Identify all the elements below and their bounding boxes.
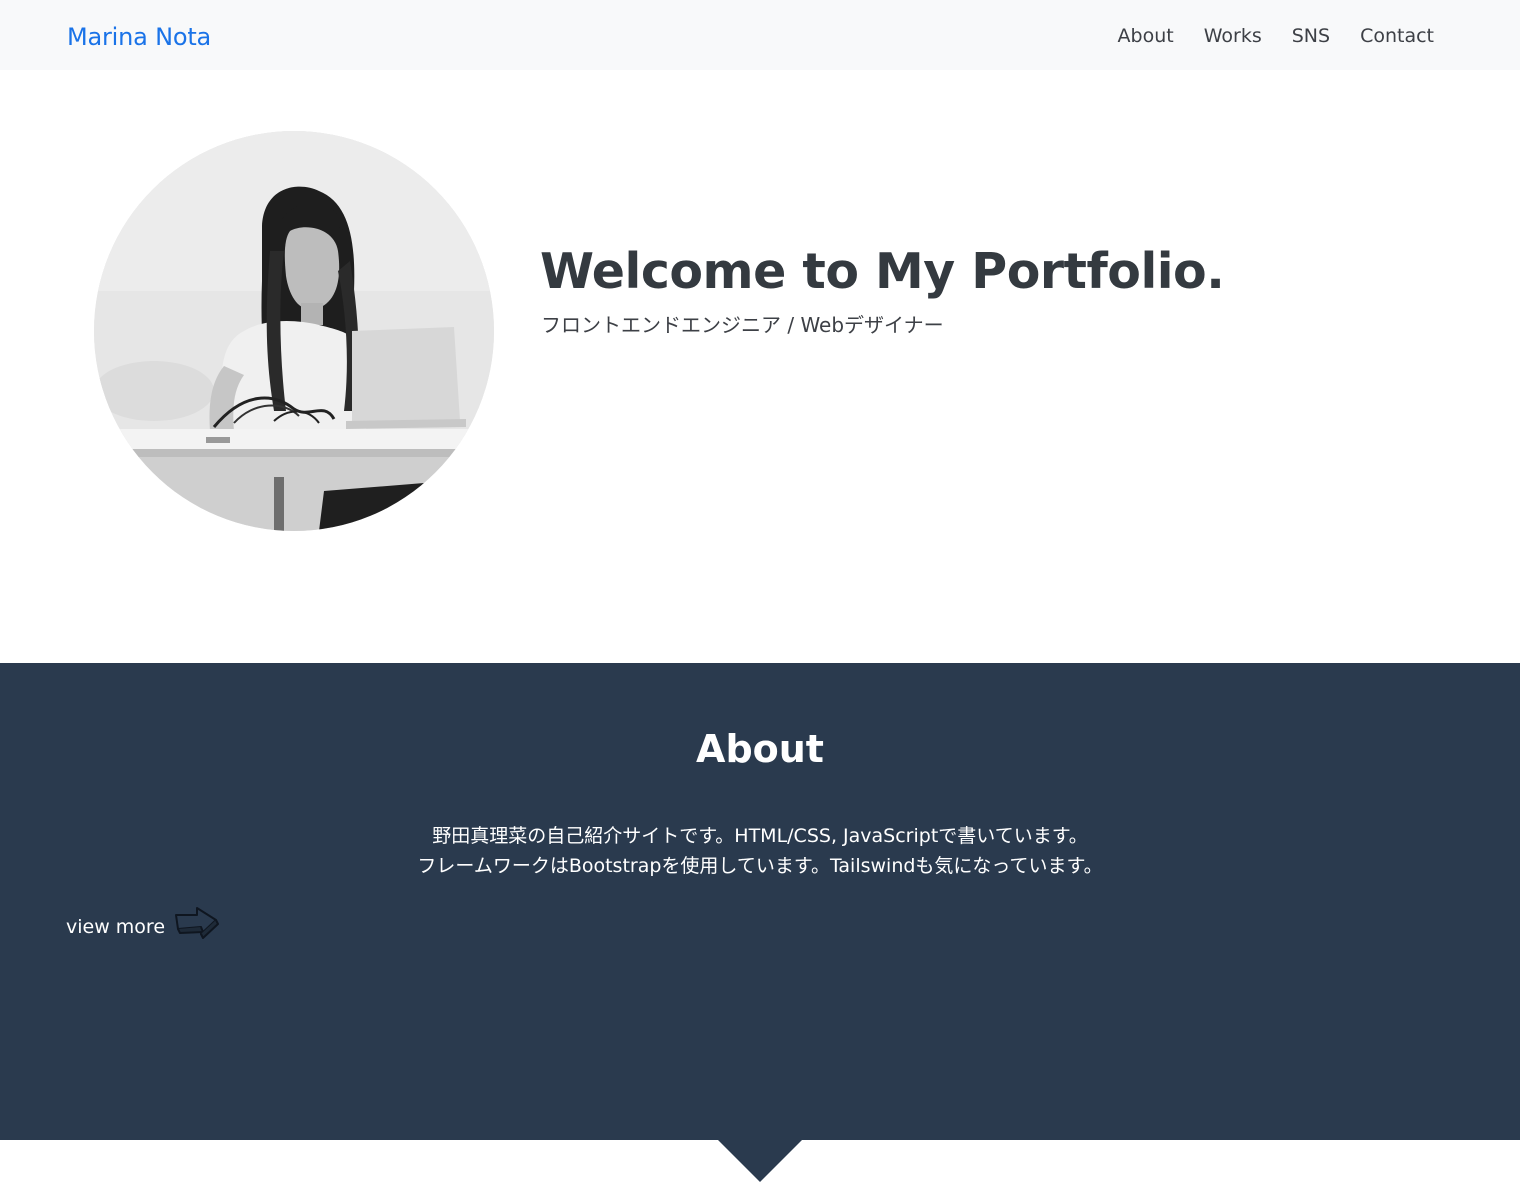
about-line: フレームワークはBootstrapを使用しています。Tailswindも気になっ… [417, 855, 1103, 877]
about-section: About 野田真理菜の自己紹介サイトです。HTML/CSS, JavaScri… [0, 663, 1520, 1140]
hero-section: Welcome to My Portfolio. フロントエンドエンジニア / … [0, 70, 1520, 663]
navbar: Marina Nota About Works SNS Contact [0, 0, 1520, 70]
nav-link-sns[interactable]: SNS [1292, 20, 1330, 52]
nav-link-contact[interactable]: Contact [1360, 20, 1434, 52]
hero-subtitle: フロントエンドエンジニア / Webデザイナー [541, 313, 944, 337]
profile-photo [94, 131, 494, 531]
nav-link-about[interactable]: About [1118, 20, 1174, 52]
hero-title: Welcome to My Portfolio. [540, 243, 1225, 300]
nav-links: About Works SNS Contact [1118, 20, 1434, 52]
down-triangle-icon [718, 1140, 802, 1182]
right-arrow-icon [173, 905, 220, 948]
view-more-label: view more [66, 915, 166, 938]
about-line: 野田真理菜の自己紹介サイトです。HTML/CSS, JavaScriptで書いて… [432, 825, 1088, 847]
about-title: About [696, 727, 824, 771]
about-description: 野田真理菜の自己紹介サイトです。HTML/CSS, JavaScriptで書いて… [0, 821, 1520, 881]
view-more-link[interactable]: view more [66, 905, 220, 948]
nav-link-works[interactable]: Works [1204, 20, 1262, 52]
brand-link[interactable]: Marina Nota [67, 20, 211, 54]
